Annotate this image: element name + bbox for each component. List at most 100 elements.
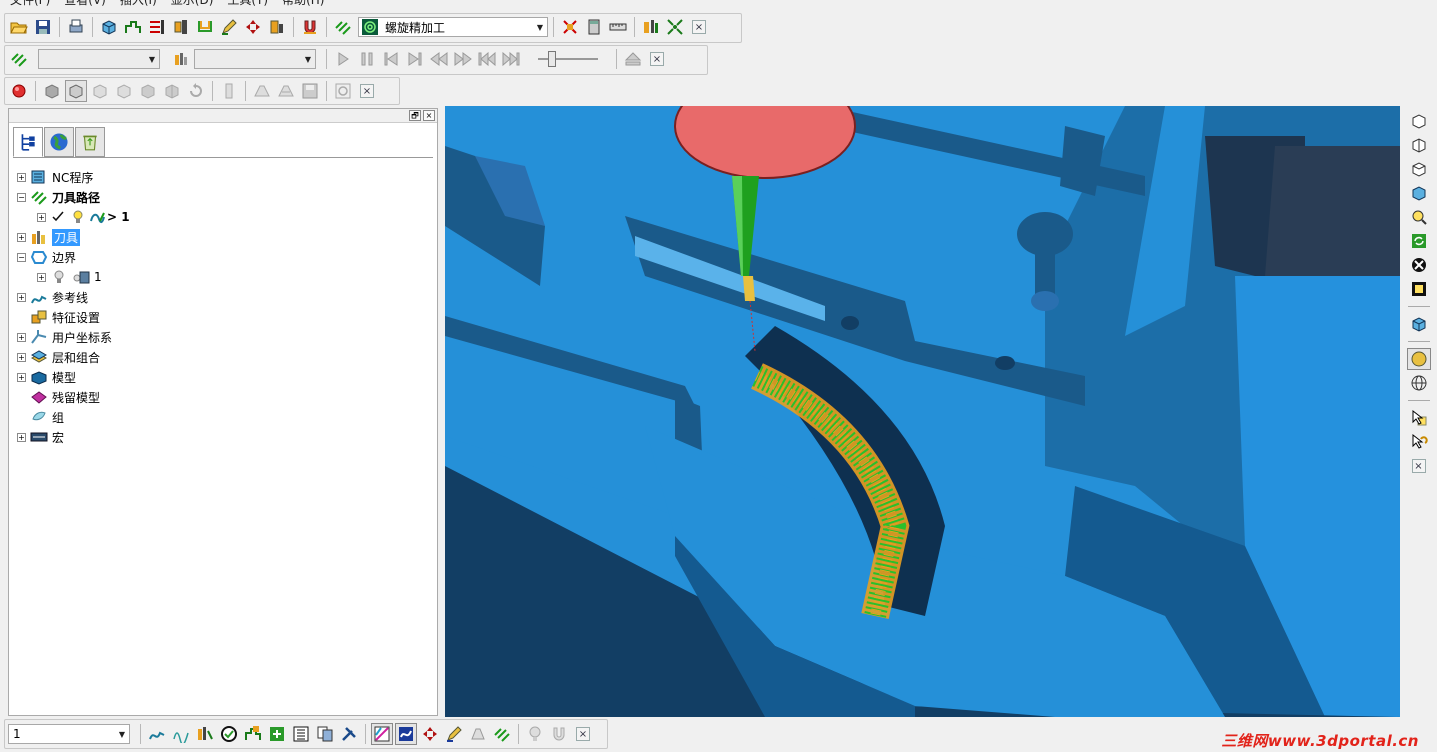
viewmill-tool-button[interactable] — [218, 80, 240, 102]
step-forward-button[interactable] — [404, 48, 426, 70]
tree-expander[interactable]: + — [37, 272, 46, 282]
tree-node[interactable]: 特征设置 — [17, 307, 130, 327]
toolpath-edit-button[interactable] — [218, 16, 240, 38]
graphics-viewport[interactable] — [445, 106, 1400, 717]
rapid-move-button[interactable] — [122, 16, 144, 38]
toolpath-verify-button[interactable] — [218, 723, 240, 745]
tree-expander[interactable]: + — [17, 172, 26, 182]
go-start-button[interactable] — [476, 48, 498, 70]
tree-node[interactable]: +1 — [17, 267, 130, 287]
draw-green-path-button[interactable] — [491, 723, 513, 745]
draw-gouge-button[interactable] — [467, 723, 489, 745]
toolpath-strategy-button[interactable] — [332, 16, 354, 38]
viewmill-shaded-button[interactable] — [41, 80, 63, 102]
chevron-down-icon[interactable]: ▼ — [145, 50, 159, 68]
menu-insert[interactable]: 插入(I) — [120, 0, 157, 8]
tab-recycle[interactable] — [75, 127, 105, 157]
view-iso2-button[interactable] — [1407, 134, 1431, 156]
tree-node[interactable]: + 层和组合 — [17, 347, 130, 367]
draw-leads-button[interactable] — [395, 723, 417, 745]
tree-expander[interactable]: + — [17, 292, 26, 302]
zoom-box-button[interactable] — [1407, 278, 1431, 300]
tree-node[interactable]: − 刀具路径 — [17, 187, 130, 207]
undo-select-button[interactable] — [1407, 431, 1431, 453]
refresh-view-button[interactable] — [1407, 230, 1431, 252]
toolpath-points-button[interactable] — [170, 723, 192, 745]
viewmill-mode-button[interactable] — [65, 80, 87, 102]
light-off-button[interactable] — [524, 723, 546, 745]
slider-thumb[interactable] — [548, 51, 557, 67]
leads-links-button[interactable] — [170, 16, 192, 38]
toolpath-list-button[interactable] — [290, 723, 312, 745]
viewmill-plain-button[interactable] — [113, 80, 135, 102]
tree-expander[interactable]: + — [17, 432, 26, 442]
shaded-model-button[interactable] — [1406, 348, 1431, 370]
select-button[interactable] — [1407, 407, 1431, 429]
viewmill-rainbow-button[interactable] — [89, 80, 111, 102]
cancel-calc-button[interactable] — [559, 16, 581, 38]
strategy-combo[interactable]: 螺旋精加工 ▼ — [358, 17, 548, 37]
tree-node[interactable]: + 刀具 — [17, 227, 130, 247]
fast-forward-button[interactable] — [452, 48, 474, 70]
tree-expander[interactable]: + — [17, 352, 26, 362]
draw-points-button[interactable] — [419, 723, 441, 745]
tree-node[interactable]: + NC程序 — [17, 167, 130, 187]
menu-tools[interactable]: 工具(T) — [227, 0, 268, 8]
draw-tool-axis-button[interactable] — [443, 723, 465, 745]
toolpath-report-button[interactable] — [266, 723, 288, 745]
tree-expander[interactable]: + — [37, 212, 46, 222]
toolpath-magnet-button[interactable] — [299, 16, 321, 38]
play-button[interactable] — [332, 48, 354, 70]
magnet-off-button[interactable] — [548, 723, 570, 745]
tree-expander[interactable]: + — [17, 232, 26, 242]
toolpath-tools-button[interactable] — [338, 723, 360, 745]
pause-button[interactable] — [356, 48, 378, 70]
restore-panel-button[interactable]: 🗗 — [409, 110, 421, 121]
simulation-toolpath-button[interactable] — [8, 48, 30, 70]
menu-file[interactable]: 文件(F) — [10, 0, 50, 8]
measure-button[interactable] — [607, 16, 629, 38]
block-button[interactable] — [98, 16, 120, 38]
go-end-button[interactable] — [500, 48, 522, 70]
save-button[interactable] — [32, 16, 54, 38]
tree-expander[interactable]: − — [17, 192, 26, 202]
fit-view-button[interactable] — [664, 16, 686, 38]
viewmill-save-button[interactable] — [299, 80, 321, 102]
tree-node[interactable]: 组 — [17, 407, 130, 427]
tree-node[interactable]: + > 1 — [17, 207, 130, 227]
open-project-button[interactable] — [8, 16, 30, 38]
view-shaded-cube-button[interactable] — [1407, 182, 1431, 204]
tree-node[interactable]: + 参考线 — [17, 287, 130, 307]
tree-node[interactable]: + 宏 — [17, 427, 130, 447]
tree-node[interactable]: 残留模型 — [17, 387, 130, 407]
calculator-button[interactable] — [583, 16, 605, 38]
toolpath-collision-button[interactable] — [242, 723, 264, 745]
viewmill-restore-button[interactable] — [185, 80, 207, 102]
step-back-button[interactable] — [380, 48, 402, 70]
menu-view[interactable]: 查看(V) — [64, 0, 106, 8]
zoom-fit-button[interactable] — [1407, 254, 1431, 276]
draw-toolpath-button[interactable] — [371, 723, 393, 745]
menu-help[interactable]: 帮助(H) — [282, 0, 324, 8]
tree-expander[interactable]: + — [17, 372, 26, 382]
view-iso1-button[interactable] — [1407, 110, 1431, 132]
viewmill-stock2-button[interactable] — [275, 80, 297, 102]
menu-display[interactable]: 显示(D) — [171, 0, 214, 8]
eject-button[interactable] — [622, 48, 644, 70]
tree-expander[interactable]: − — [17, 252, 26, 262]
view-block-button[interactable] — [1407, 313, 1431, 335]
tab-globe[interactable] — [44, 127, 74, 157]
workplane-combo[interactable]: 1 ▼ — [8, 724, 130, 744]
toolpath-stats-button[interactable] — [194, 723, 216, 745]
feeds-speeds-button[interactable] — [146, 16, 168, 38]
close-panel-button[interactable]: × — [423, 110, 435, 121]
view-iso3-button[interactable] — [1407, 158, 1431, 180]
rewind-button[interactable] — [428, 48, 450, 70]
viewmill-metallic-button[interactable] — [137, 80, 159, 102]
tree-expander[interactable]: + — [17, 332, 26, 342]
chevron-down-icon[interactable]: ▼ — [533, 18, 547, 36]
start-point-button[interactable] — [194, 16, 216, 38]
simulation-speed-slider[interactable] — [536, 49, 600, 69]
toolpath-connect-button[interactable] — [146, 723, 168, 745]
wireframe-button[interactable] — [1407, 372, 1431, 394]
